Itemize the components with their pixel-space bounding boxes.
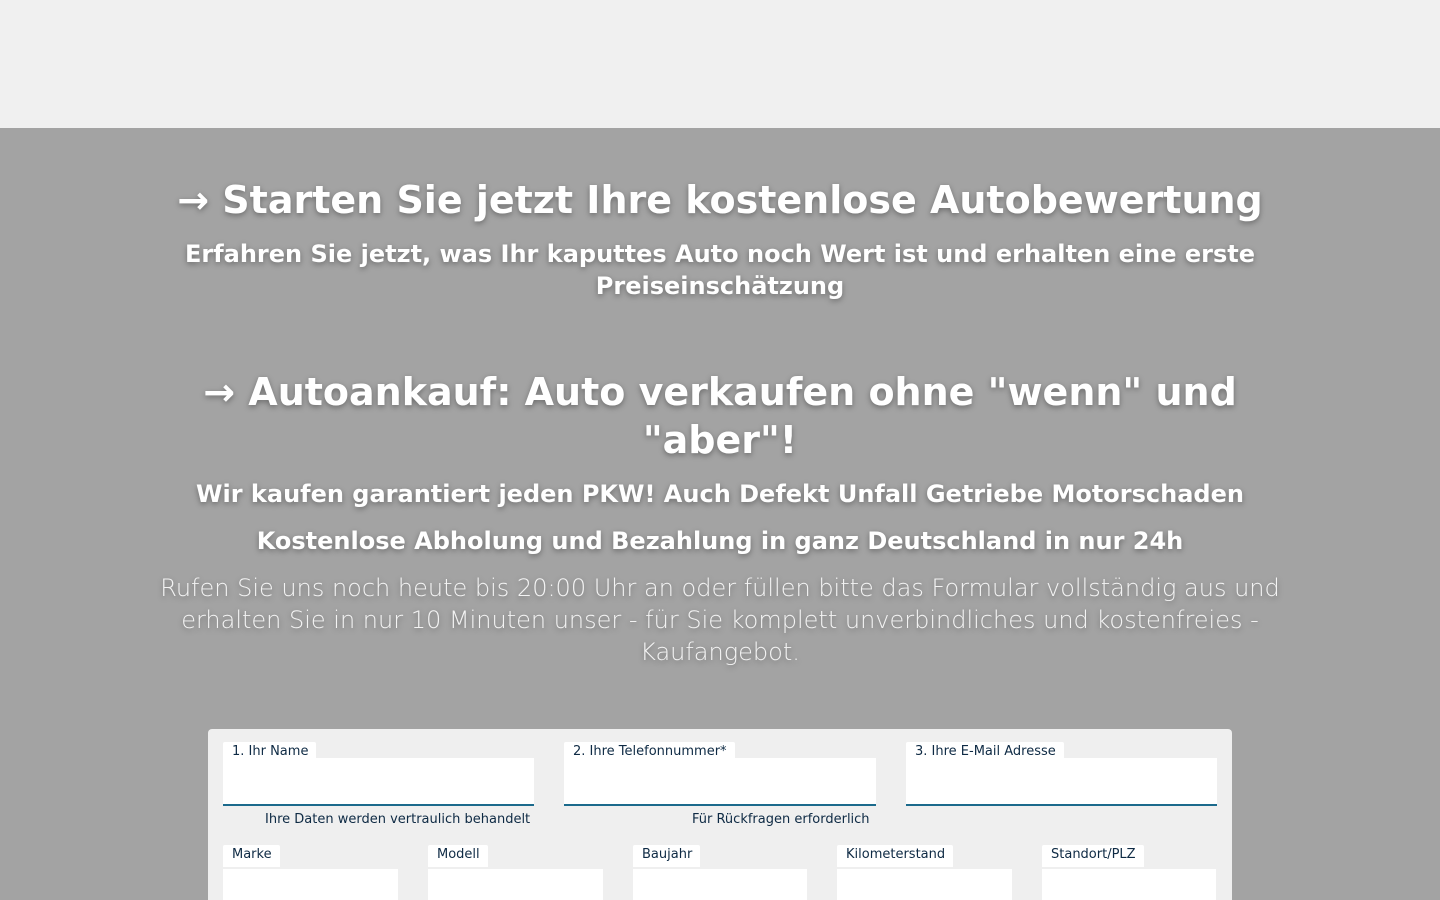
model-label: Modell	[428, 845, 488, 867]
name-hint: Ihre Daten werden vertraulich behandelt	[265, 812, 531, 827]
model-input[interactable]	[428, 869, 603, 900]
mileage-input[interactable]	[837, 869, 1012, 900]
year-label: Baujahr	[633, 845, 701, 867]
phone-input[interactable]	[564, 758, 876, 806]
email-input[interactable]	[906, 758, 1217, 806]
make-label: Marke	[223, 845, 280, 867]
valuation-form: 1. Ihr Name Ihre Daten werden vertraulic…	[208, 729, 1232, 900]
hero-lead-text: Rufen Sie uns noch heute bis 20:00 Uhr a…	[160, 574, 1280, 666]
make-input[interactable]	[223, 869, 398, 900]
location-input[interactable]	[1042, 869, 1216, 900]
hero-subtitle-pickup: Kostenlose Abholung und Bezahlung in gan…	[256, 527, 1184, 555]
mileage-label: Kilometerstand	[837, 845, 954, 867]
hero-subtitle-valuation: Erfahren Sie jetzt, was Ihr kaputtes Aut…	[184, 240, 1256, 300]
hero-subtitle-guarantee: Wir kaufen garantiert jeden PKW! Auch De…	[196, 480, 1244, 508]
year-input[interactable]	[633, 869, 807, 900]
phone-hint: Für Rückfragen erforderlich	[692, 812, 870, 827]
location-label: Standort/PLZ	[1042, 845, 1144, 867]
name-input[interactable]	[223, 758, 534, 806]
hero-title-valuation: → Starten Sie jetzt Ihre kostenlose Auto…	[177, 178, 1263, 222]
top-header-bar	[0, 0, 1440, 128]
hero-title-purchase: → Autoankauf: Auto verkaufen ohne "wenn"…	[203, 370, 1237, 462]
